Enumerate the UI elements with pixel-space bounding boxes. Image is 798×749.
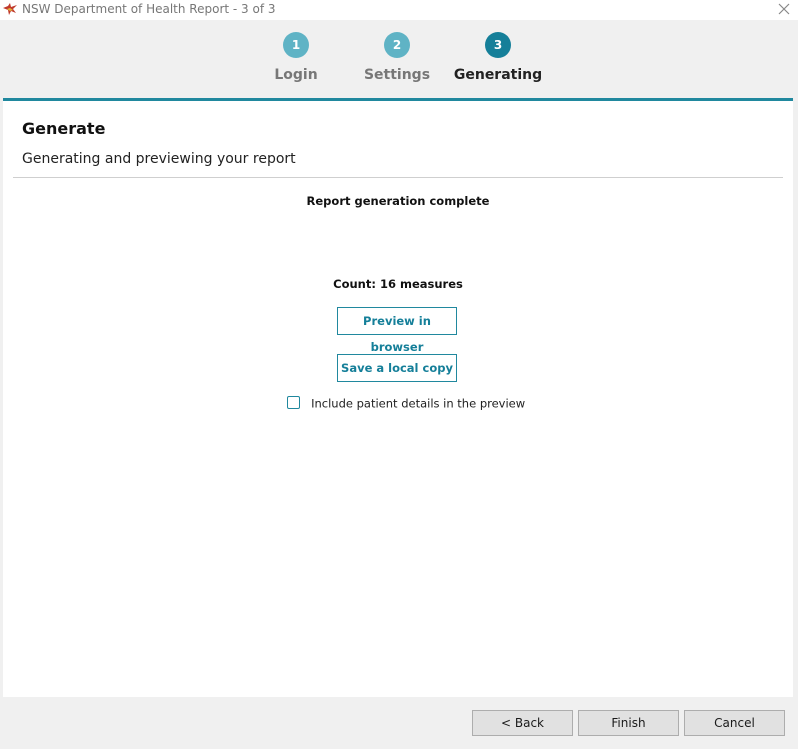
finish-button[interactable]: Finish xyxy=(578,710,679,736)
section-divider xyxy=(13,177,783,178)
status-message: Report generation complete xyxy=(306,194,490,208)
page-subtitle: Generating and previewing your report xyxy=(22,151,296,167)
include-patient-details-label: Include patient details in the preview xyxy=(311,396,526,411)
waratah-logo-icon xyxy=(3,3,17,15)
save-local-copy-button[interactable]: Save a local copy xyxy=(337,354,457,382)
page-title: Generate xyxy=(22,119,106,138)
step-number-badge: 2 xyxy=(384,32,410,58)
content-panel: Generate Generating and previewing your … xyxy=(3,101,793,697)
preview-in-browser-button[interactable]: Preview in browser xyxy=(337,307,457,354)
wizard-stepper: 1 Login 2 Settings 3 Generating xyxy=(0,20,798,98)
window-title: NSW Department of Health Report - 3 of 3 xyxy=(22,2,276,16)
step-number-badge: 3 xyxy=(485,32,511,58)
cancel-button[interactable]: Cancel xyxy=(684,710,785,736)
measure-count: Count: 16 measures xyxy=(333,277,463,291)
title-bar: NSW Department of Health Report - 3 of 3 xyxy=(0,0,798,20)
step-label: Generating xyxy=(453,67,543,83)
step-number-badge: 1 xyxy=(283,32,309,58)
step-generating: 3 Generating xyxy=(438,32,558,83)
back-button[interactable]: < Back xyxy=(472,710,573,736)
include-patient-details-option[interactable]: Include patient details in the preview xyxy=(287,393,526,411)
include-patient-details-checkbox[interactable] xyxy=(287,396,300,409)
close-icon[interactable] xyxy=(776,1,792,17)
